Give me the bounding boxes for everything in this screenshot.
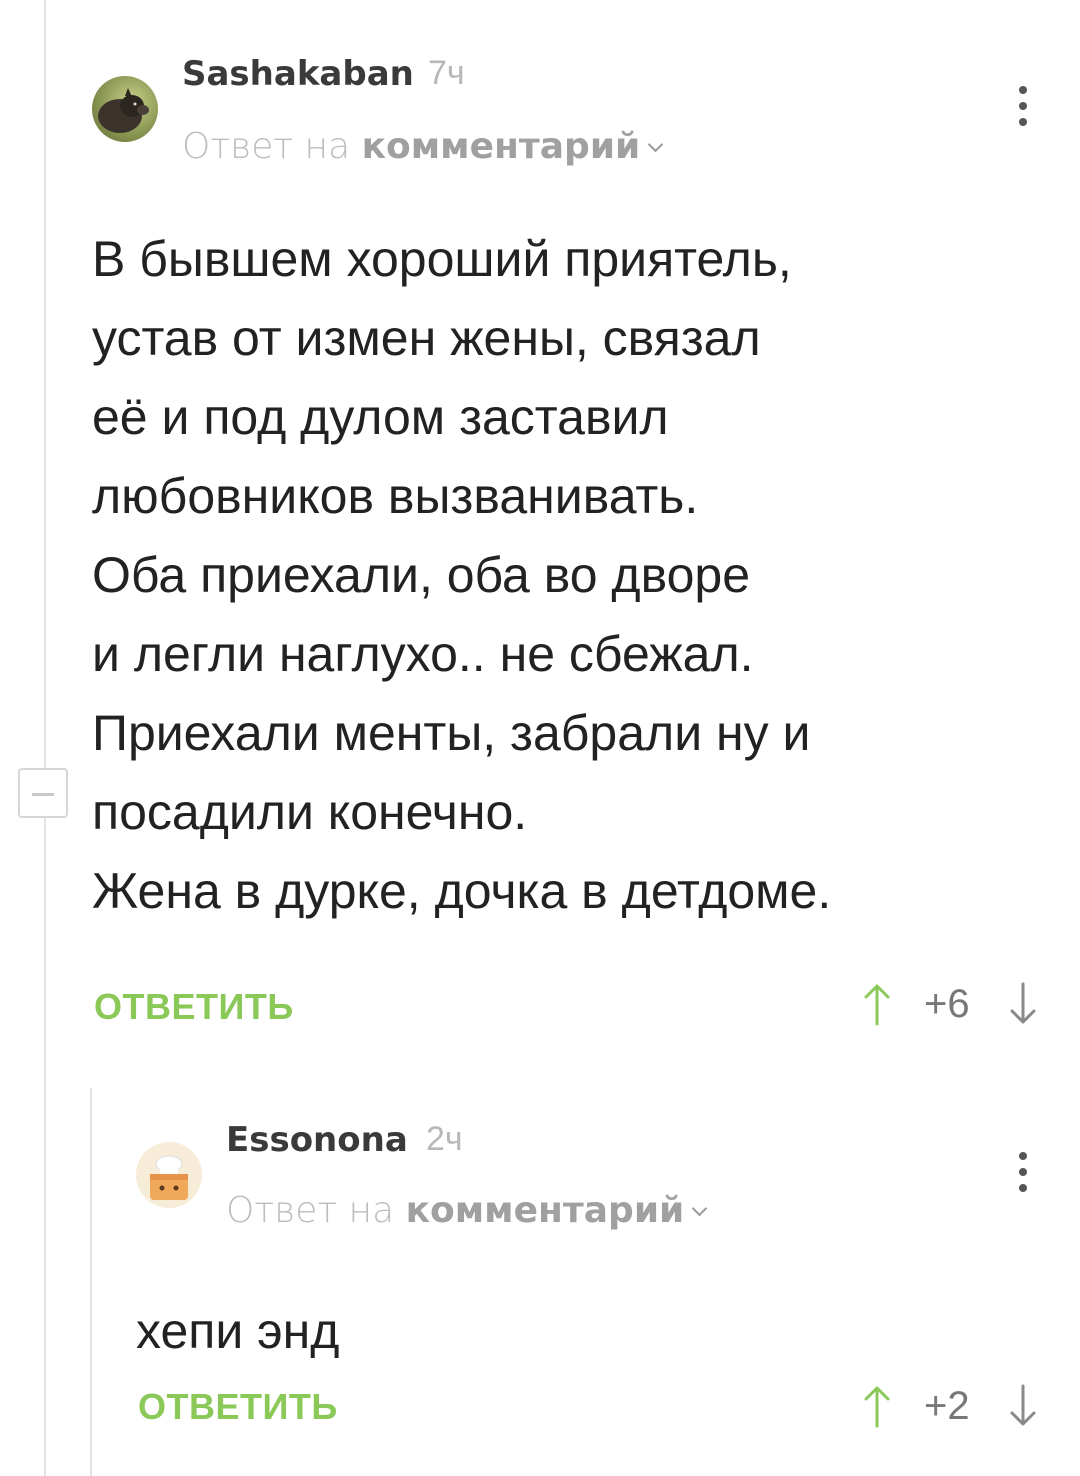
reply-to-line[interactable]: Ответ на комментарий — [182, 126, 664, 167]
reply-to-link[interactable]: комментарий — [362, 126, 641, 167]
downvote-button[interactable] — [1008, 982, 1038, 1026]
downvote-button[interactable] — [1008, 1384, 1038, 1428]
comment-time: 7ч — [428, 54, 465, 92]
chevron-down-icon — [648, 136, 664, 153]
author-name[interactable]: Sashakaban — [182, 54, 414, 94]
reply-to-prefix: Ответ на — [226, 1190, 395, 1231]
reply-button[interactable]: ОТВЕТИТЬ — [94, 986, 294, 1028]
arrow-up-icon — [864, 984, 890, 1026]
upvote-button[interactable] — [862, 982, 892, 1026]
more-vertical-icon[interactable] — [1016, 84, 1030, 130]
reply-to-line[interactable]: Ответ на комментарий — [226, 1190, 708, 1231]
chef-avatar-icon — [136, 1142, 202, 1208]
avatar-chef[interactable] — [136, 1142, 202, 1208]
chevron-down-icon — [692, 1200, 708, 1217]
more-vertical-icon[interactable] — [1016, 1150, 1030, 1196]
upvote-button[interactable] — [862, 1384, 892, 1428]
comment-1: Sashakaban 7ч Ответ на комментарий В быв… — [0, 0, 1080, 1060]
comment-body: В бывшем хороший приятель, устав от изме… — [92, 231, 832, 919]
comment-2: Essonona 2ч Ответ на комментарий хепи эн… — [0, 1060, 1080, 1476]
arrow-down-icon — [1010, 982, 1036, 1024]
comment-score: +6 — [924, 982, 970, 1026]
comments-thread: Sashakaban 7ч Ответ на комментарий В быв… — [0, 0, 1080, 1476]
boar-avatar-icon — [92, 76, 158, 142]
reply-to-prefix: Ответ на — [182, 126, 351, 167]
avatar-boar[interactable] — [92, 76, 158, 142]
comment-score: +2 — [924, 1384, 970, 1428]
arrow-up-icon — [864, 1386, 890, 1428]
author-name[interactable]: Essonona — [226, 1120, 408, 1160]
reply-button[interactable]: ОТВЕТИТЬ — [138, 1386, 338, 1428]
comment-body: хепи энд — [136, 1303, 340, 1359]
comment-time: 2ч — [426, 1120, 463, 1158]
arrow-down-icon — [1010, 1384, 1036, 1426]
reply-to-link[interactable]: комментарий — [406, 1190, 685, 1231]
